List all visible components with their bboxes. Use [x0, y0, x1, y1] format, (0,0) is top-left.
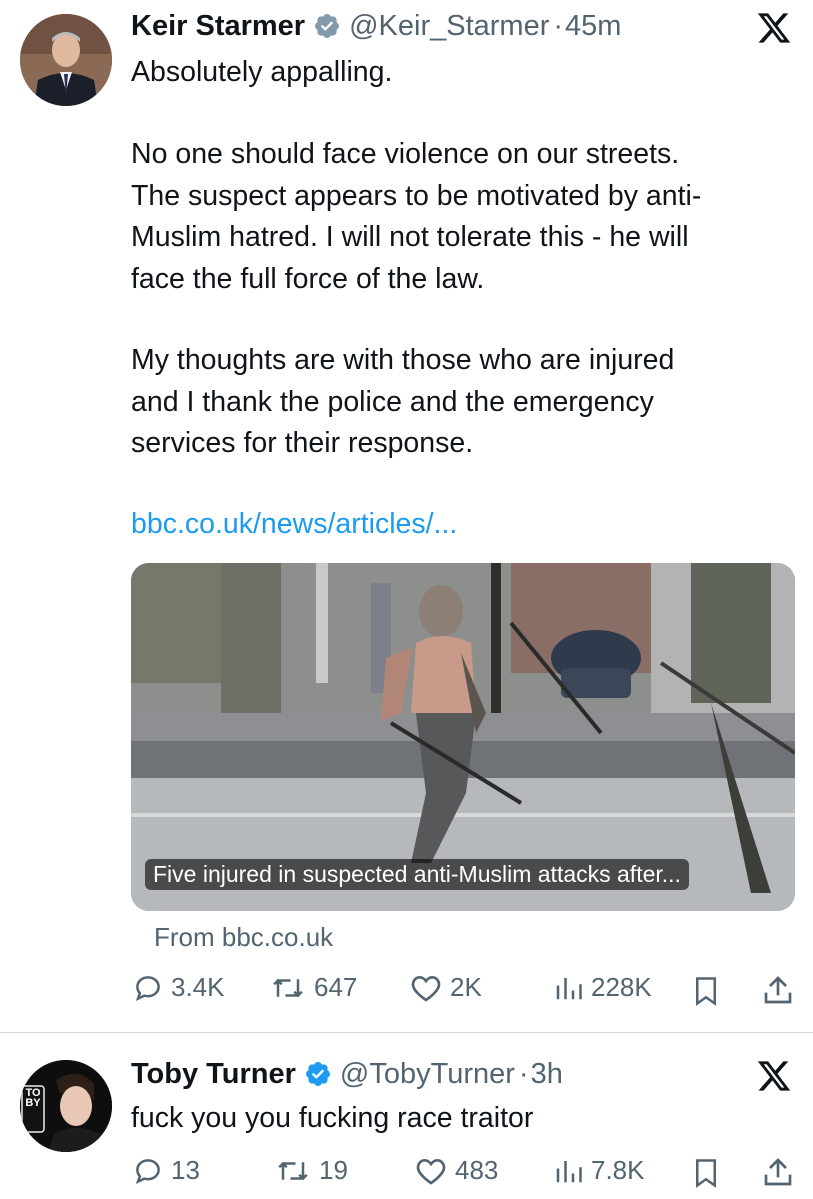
avatar-portrait [20, 14, 112, 106]
author-name[interactable]: Keir Starmer [131, 10, 305, 43]
tweet-text-paragraph-2: No one should face violence on our stree… [131, 138, 702, 295]
reply-button[interactable]: 3.4K [133, 972, 225, 1003]
tweet-time[interactable]: 45m [565, 10, 621, 43]
views-count: 228K [591, 972, 652, 1002]
verified-badge-icon [315, 14, 340, 38]
views-icon [556, 977, 582, 999]
author-handle[interactable]: @TobyTurner [340, 1058, 515, 1091]
repost-button[interactable]: 19 [275, 1155, 348, 1186]
avatar-toby-turner[interactable]: TOBY [20, 1060, 112, 1152]
like-count: 2K [450, 972, 482, 1002]
reply-count: 3.4K [171, 972, 225, 1002]
like-count: 483 [455, 1155, 499, 1185]
tweet-divider [0, 1032, 813, 1033]
views-button[interactable]: 228K [553, 972, 652, 1003]
like-button[interactable]: 483 [415, 1155, 498, 1186]
author-name[interactable]: Toby Turner [131, 1058, 296, 1091]
avatar-text: TOBY [25, 1087, 41, 1109]
tweet-header: Toby Turner @TobyTurner · 3h [131, 1054, 563, 1094]
like-button[interactable]: 2K [410, 972, 482, 1003]
views-icon [556, 1160, 582, 1182]
like-icon [411, 975, 441, 1002]
verified-badge-icon [305, 1062, 330, 1086]
card-source[interactable]: From bbc.co.uk [154, 922, 333, 953]
repost-count: 647 [314, 972, 358, 1002]
x-logo-icon [757, 13, 791, 43]
repost-icon [278, 1161, 308, 1180]
tweet-header: Keir Starmer @Keir_Starmer · 45m [131, 6, 621, 46]
like-icon [416, 1158, 446, 1185]
author-handle[interactable]: @Keir_Starmer [349, 10, 549, 43]
reply-icon [135, 1158, 160, 1184]
separator-dot: · [553, 9, 564, 42]
separator-dot: · [518, 1057, 529, 1090]
share-icon[interactable] [762, 974, 794, 1006]
bookmark-icon[interactable] [692, 1158, 720, 1188]
reply-icon [135, 975, 160, 1001]
link-card[interactable]: Five injured in suspected anti-Muslim at… [131, 563, 795, 911]
avatar-keir-starmer[interactable] [20, 14, 112, 106]
x-logo-icon [757, 1061, 791, 1091]
card-caption: Five injured in suspected anti-Muslim at… [145, 859, 689, 890]
views-count: 7.8K [591, 1155, 645, 1185]
tweet-text-paragraph-3: My thoughts are with those who are injur… [131, 344, 675, 459]
repost-icon [273, 978, 303, 997]
tweet-text: fuck you you fucking race traitor [131, 1102, 534, 1134]
article-link[interactable]: bbc.co.uk/news/articles/... [131, 508, 457, 541]
views-button[interactable]: 7.8K [553, 1155, 645, 1186]
reply-count: 13 [171, 1155, 200, 1185]
repost-count: 19 [319, 1155, 348, 1185]
reply-button[interactable]: 13 [133, 1155, 200, 1186]
tweet-time[interactable]: 3h [531, 1058, 563, 1091]
share-icon[interactable] [762, 1156, 794, 1188]
bookmark-icon[interactable] [692, 976, 720, 1006]
repost-button[interactable]: 647 [270, 972, 357, 1003]
tweet-text-line-1: Absolutely appalling. [131, 56, 393, 88]
